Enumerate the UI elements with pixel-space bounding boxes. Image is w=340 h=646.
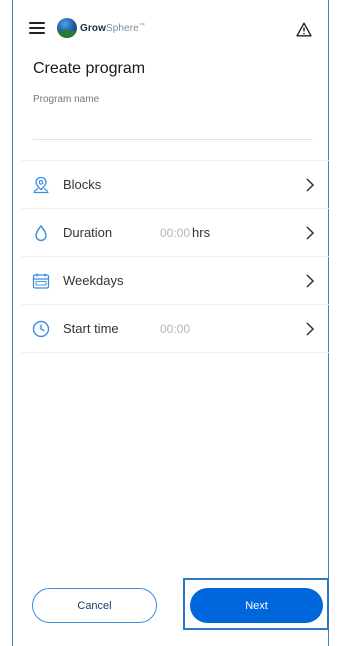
logo-text: GrowSphere™: [80, 23, 145, 34]
start-time-value: 00:00: [160, 321, 191, 336]
settings-item-duration[interactable]: Duration 00:00 hrs: [21, 209, 329, 257]
logo-trademark: ™: [138, 22, 145, 29]
next-button[interactable]: Next: [190, 588, 323, 623]
chevron-right-icon: [306, 274, 315, 288]
calendar-icon: [31, 271, 51, 291]
duration-unit: hrs: [192, 225, 211, 240]
logo-grow: Grow: [80, 22, 106, 34]
duration-time: 00:00: [160, 226, 191, 240]
settings-item-weekdays[interactable]: Weekdays: [21, 257, 329, 305]
warning-icon[interactable]: [296, 22, 312, 37]
globe-icon: [57, 18, 77, 38]
page-title: Create program: [33, 60, 146, 77]
chevron-right-icon: [306, 226, 315, 240]
program-name-label: Program name: [33, 94, 100, 105]
settings-item-label: Weekdays: [63, 273, 124, 288]
settings-item-blocks[interactable]: Blocks: [21, 161, 329, 209]
chevron-right-icon: [306, 322, 315, 336]
hamburger-menu-icon[interactable]: [29, 22, 45, 34]
duration-value: 00:00 hrs: [160, 225, 210, 240]
chevron-right-icon: [306, 178, 315, 192]
next-button-highlight: Next: [183, 578, 329, 630]
logo-sphere: Sphere: [105, 22, 139, 34]
settings-item-label: Start time: [63, 321, 119, 336]
settings-item-start-time[interactable]: Start time 00:00: [21, 305, 329, 353]
location-pin-icon: [31, 175, 51, 195]
growsphere-logo: GrowSphere™: [57, 18, 145, 38]
cancel-button[interactable]: Cancel: [32, 588, 157, 623]
settings-item-label: Duration: [63, 225, 113, 240]
settings-item-label: Blocks: [63, 177, 102, 192]
phone-screen: GrowSphere™ Create program Program name …: [12, 0, 329, 646]
program-settings-list: Blocks Duration 00:00 hrs Weekdays Start…: [21, 160, 329, 353]
water-drop-icon: [31, 223, 51, 243]
clock-icon: [31, 319, 51, 339]
app-header: GrowSphere™: [13, 0, 328, 52]
program-name-input[interactable]: [33, 110, 313, 140]
